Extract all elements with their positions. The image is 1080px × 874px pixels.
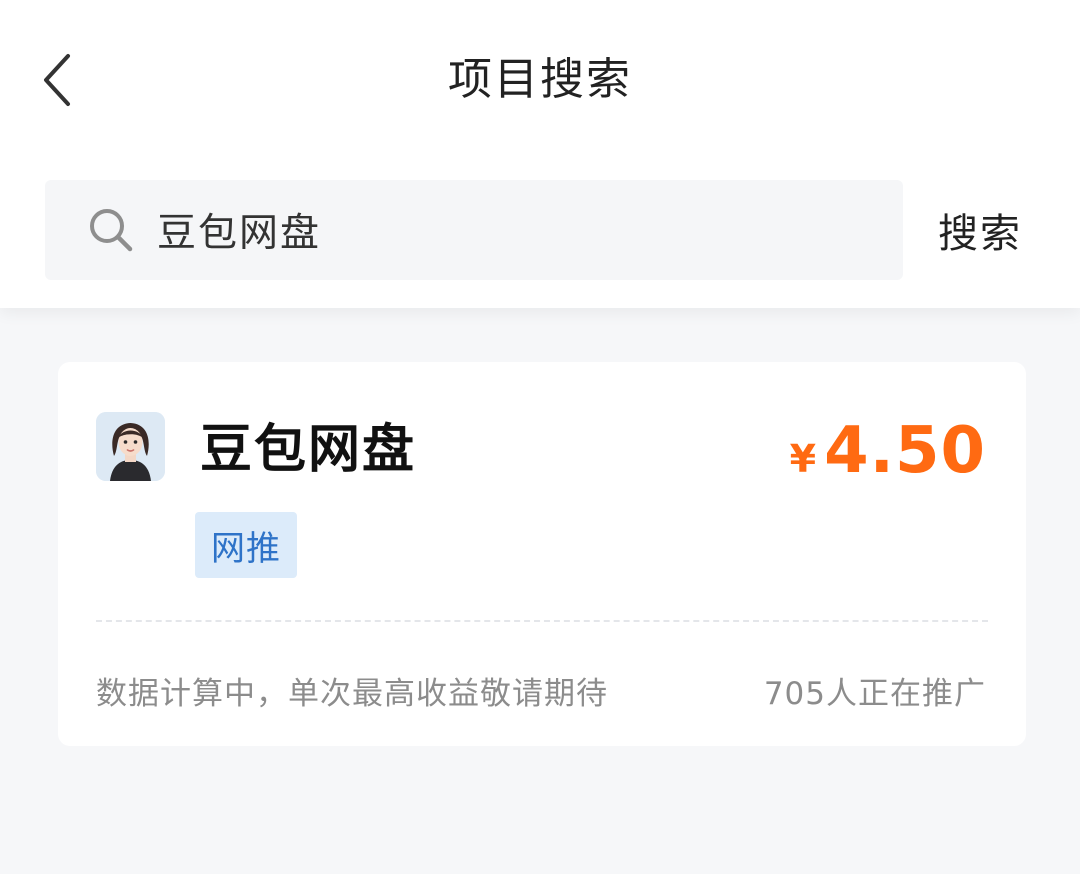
price-value: 4.50 <box>824 414 986 488</box>
avatar-icon <box>96 412 165 481</box>
price-currency: ¥ <box>789 437 817 481</box>
header-panel: 项目搜索 搜索 <box>0 0 1080 308</box>
search-button[interactable]: 搜索 <box>910 180 1050 280</box>
search-input[interactable] <box>157 207 837 253</box>
result-card[interactable]: 豆包网盘 ¥ 4.50 网推 数据计算中，单次最高收益敬请期待 705人正在推广 <box>58 362 1026 746</box>
page-title: 项目搜索 <box>448 54 632 105</box>
divider <box>96 620 988 622</box>
search-icon <box>87 205 137 255</box>
price: ¥ 4.50 <box>790 414 986 488</box>
search-box[interactable] <box>45 180 903 280</box>
promoters-count: 705人正在推广 <box>763 676 986 712</box>
status-text: 数据计算中，单次最高收益敬请期待 <box>96 676 608 712</box>
result-title: 豆包网盘 <box>200 420 417 480</box>
category-tag: 网推 <box>195 512 297 578</box>
